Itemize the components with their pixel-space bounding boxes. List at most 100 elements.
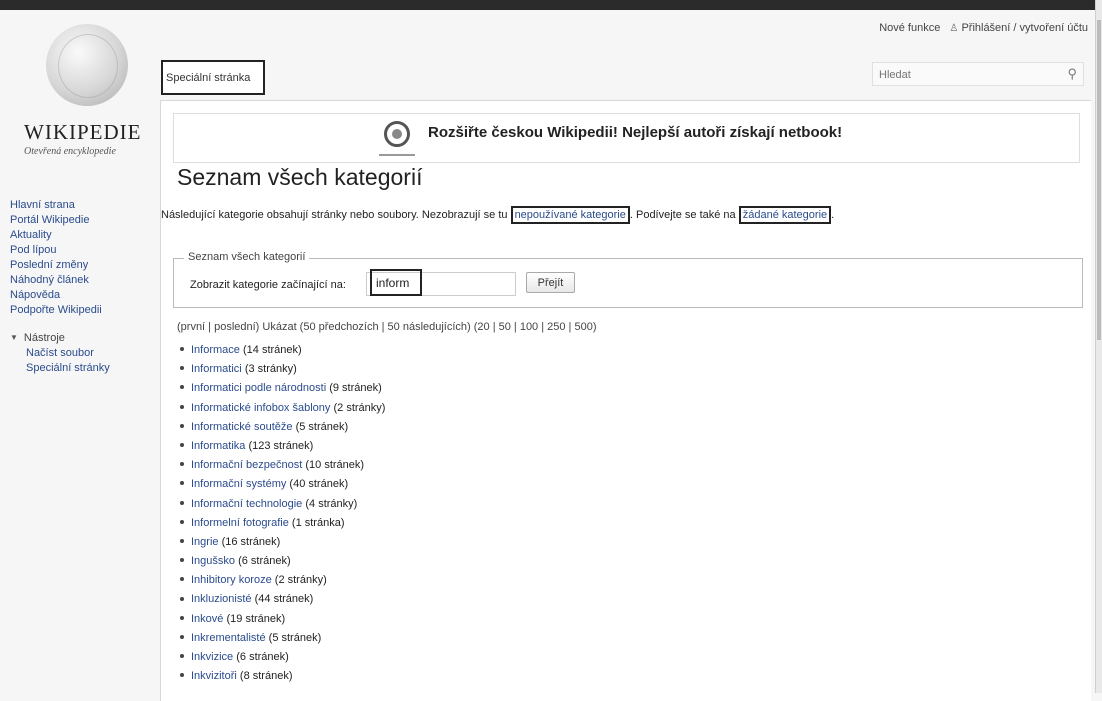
list-item: Inkové (19 stránek)	[177, 610, 385, 629]
sidebar-item-recent-changes[interactable]: Poslední změny	[10, 258, 150, 273]
search-icon[interactable]: ⚲	[1067, 66, 1077, 82]
list-item: Informatické soutěže (5 stránek)	[177, 418, 385, 437]
category-link[interactable]: Informační bezpečnost	[191, 459, 302, 471]
scrollbar-thumb[interactable]	[1097, 20, 1101, 340]
category-filter-form: Seznam všech kategorií Zobrazit kategori…	[173, 251, 1083, 308]
category-count: (1 stránka)	[291, 516, 345, 529]
sidebar-item-news[interactable]: Aktuality	[10, 228, 150, 243]
wikimedia-icon-underline	[379, 154, 415, 156]
list-item: Informační bezpečnost (10 stránek)	[177, 456, 385, 475]
category-link[interactable]: Informatické soutěže	[191, 421, 293, 433]
tab-special-page[interactable]: Speciální stránka	[161, 60, 265, 95]
page-title: Seznam všech kategorií	[177, 164, 423, 190]
puzzle-globe-icon	[46, 24, 128, 106]
category-list: Informace (14 stránek) Informatici (3 str…	[177, 341, 385, 686]
list-item: Informatici (3 stránky)	[177, 360, 385, 379]
form-label: Zobrazit kategorie začínající na:	[190, 279, 346, 291]
category-count: (16 stránek)	[221, 535, 281, 548]
list-item: Informační technologie (4 stránky)	[177, 495, 385, 514]
category-link[interactable]: Inkvizitoři	[191, 670, 237, 682]
vertical-scrollbar[interactable]	[1095, 0, 1102, 693]
login-link[interactable]: Přihlášení / vytvoření účtu	[961, 22, 1088, 34]
personal-tools: Nové funkce ♙ Přihlášení / vytvoření účt…	[879, 22, 1088, 34]
collapse-arrow-icon: ▼	[10, 333, 18, 342]
list-item: Ingrie (16 stránek)	[177, 533, 385, 552]
logo-tagline: Otevřená encyklopedie	[24, 146, 116, 157]
category-link[interactable]: Informatické infobox šablony	[191, 402, 330, 414]
bullet-icon	[180, 443, 184, 448]
category-link[interactable]: Ingrie	[191, 536, 219, 548]
form-legend: Seznam všech kategorií	[184, 251, 310, 263]
prefix-input[interactable]: inform	[370, 269, 422, 296]
bullet-icon	[180, 481, 184, 486]
pagination-nav[interactable]: (první | poslední) Ukázat (50 předchozíc…	[177, 321, 597, 333]
category-link[interactable]: Ingušsko	[191, 555, 235, 567]
intro-text: Následující kategorie obsahují stránky n…	[161, 206, 835, 224]
sidebar: Hlavní strana Portál Wikipedie Aktuality…	[10, 198, 150, 376]
category-link[interactable]: Informační technologie	[191, 498, 302, 510]
search-box: ⚲	[872, 62, 1084, 87]
bullet-icon	[180, 654, 184, 659]
list-item: Informatika (123 stránek)	[177, 437, 385, 456]
list-item: Ingušsko (6 stránek)	[177, 552, 385, 571]
logo-wordmark: WIKIPEDIE	[24, 120, 142, 144]
list-item: Informatici podle národnosti (9 stránek)	[177, 379, 385, 398]
sidebar-item-village-pump[interactable]: Pod lípou	[10, 243, 150, 258]
sidebar-item-donate[interactable]: Podpořte Wikipedii	[10, 303, 150, 318]
category-count: (5 stránek)	[295, 420, 349, 433]
category-count: (4 stránky)	[305, 497, 358, 510]
bullet-icon	[180, 385, 184, 390]
sidebar-item-upload-file[interactable]: Načíst soubor	[10, 346, 150, 361]
bullet-icon	[180, 366, 184, 371]
new-features-link[interactable]: Nové funkce	[879, 22, 940, 34]
wikipedia-logo[interactable]: WIKIPEDIE Otevřená encyklopedie	[24, 20, 149, 170]
search-input[interactable]	[873, 63, 1061, 87]
category-count: (2 stránky)	[333, 401, 386, 414]
list-item: Informace (14 stránek)	[177, 341, 385, 360]
category-link[interactable]: Inkové	[191, 613, 223, 625]
category-count: (9 stránek)	[329, 382, 382, 395]
category-link[interactable]: Inhibitory koroze	[191, 574, 272, 586]
bullet-icon	[180, 673, 184, 678]
category-link[interactable]: Informace	[191, 344, 240, 356]
tools-label: Nástroje	[23, 332, 65, 344]
sidebar-item-random-article[interactable]: Náhodný článek	[10, 273, 150, 288]
list-item: Informační systémy (40 stránek)	[177, 475, 385, 494]
bullet-icon	[180, 538, 184, 543]
bullet-icon	[180, 404, 184, 409]
category-link[interactable]: Informační systémy	[191, 478, 286, 490]
category-count: (14 stránek)	[242, 344, 302, 356]
bullet-icon	[180, 596, 184, 601]
sidebar-item-special-pages[interactable]: Speciální stránky	[10, 361, 150, 376]
bullet-icon	[180, 577, 184, 582]
banner-text: Rozšiřte českou Wikipedii! Nejlepší auto…	[428, 124, 843, 141]
tools-toggle[interactable]: ▼ Nástroje	[10, 330, 150, 346]
list-item: Inkluzionisté (44 stránek)	[177, 590, 385, 609]
list-item: Inkvizice (6 stránek)	[177, 648, 385, 667]
sidebar-item-portal[interactable]: Portál Wikipedie	[10, 213, 150, 228]
intro-text-part3: .	[831, 209, 835, 221]
category-link[interactable]: Inkrementalisté	[191, 632, 266, 644]
bullet-icon	[180, 423, 184, 428]
list-item: Informatické infobox šablony (2 stránky)	[177, 399, 385, 418]
category-link[interactable]: Informatika	[191, 440, 245, 452]
go-button[interactable]: Přejít	[526, 272, 575, 293]
bullet-icon	[180, 558, 184, 563]
category-count: (44 stránek)	[254, 593, 314, 606]
list-item: Informelní fotografie (1 stránka)	[177, 514, 385, 533]
category-link[interactable]: Informelní fotografie	[191, 517, 289, 529]
sitenotice-banner[interactable]: Rozšiřte českou Wikipedii! Nejlepší auto…	[173, 113, 1080, 163]
unused-categories-link[interactable]: nepoužívané kategorie	[510, 206, 630, 224]
wanted-categories-link[interactable]: žádané kategorie	[738, 206, 832, 224]
category-count: (6 stránek)	[236, 651, 289, 663]
list-item: Inkvizitoři (8 stránek)	[177, 667, 385, 686]
sidebar-item-help[interactable]: Nápověda	[10, 288, 150, 303]
category-link[interactable]: Inkvizice	[191, 651, 233, 663]
category-count: (2 stránky)	[274, 574, 327, 587]
category-link[interactable]: Informatici podle národnosti	[191, 382, 326, 394]
sidebar-item-main-page[interactable]: Hlavní strana	[10, 198, 150, 213]
bullet-icon	[180, 519, 184, 524]
category-link[interactable]: Inkluzionisté	[191, 593, 252, 605]
category-link[interactable]: Informatici	[191, 363, 242, 375]
wikimedia-icon	[384, 121, 410, 147]
